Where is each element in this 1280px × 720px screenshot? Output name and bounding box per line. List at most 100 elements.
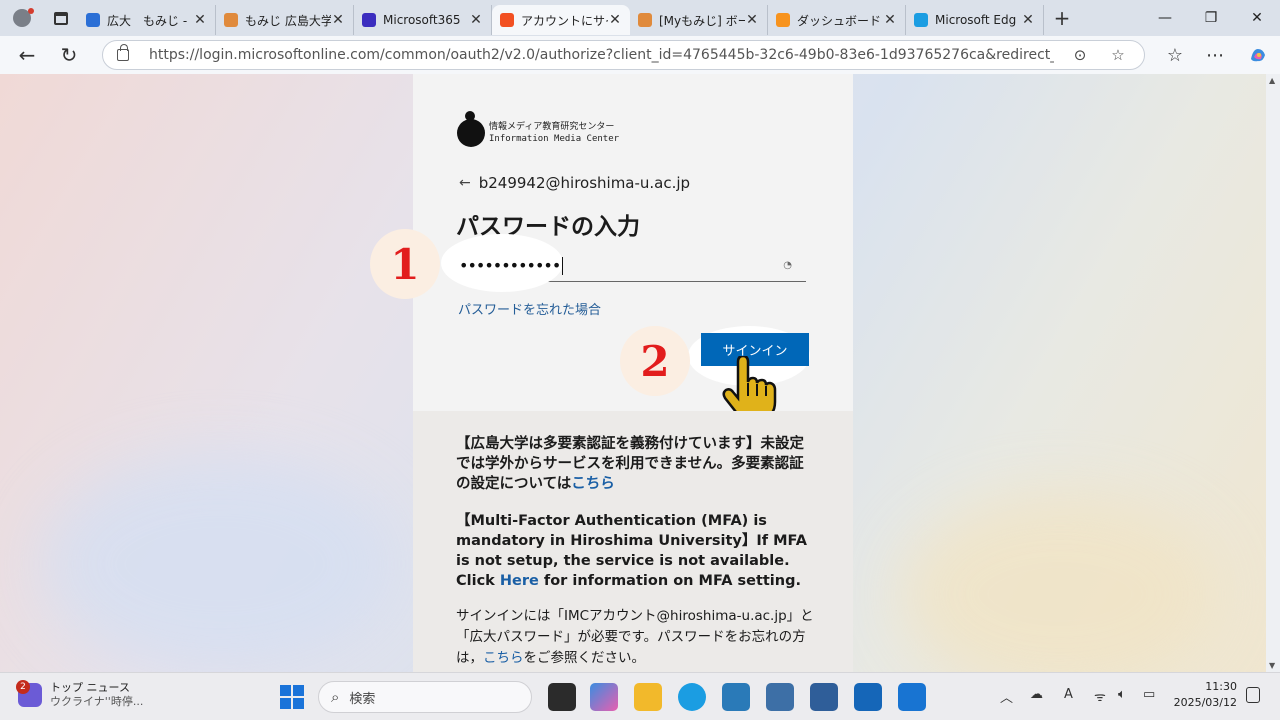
browser-tab[interactable]: [Myもみじ] ボー ✕ (630, 5, 768, 35)
back-arrow-icon[interactable]: ← (459, 175, 471, 191)
close-tab-icon[interactable]: ✕ (469, 12, 483, 28)
mfa-notice-en-text2: for information on MFA setting. (538, 573, 801, 589)
notification-bell-icon[interactable] (1246, 687, 1260, 703)
clock-time: 11:30 (1205, 680, 1237, 693)
browser-tab[interactable]: もみじ 広島大学 ✕ (216, 5, 354, 35)
file-explorer-icon[interactable] (634, 683, 662, 711)
microsoft-icon (500, 13, 514, 27)
account-email: b249942@hiroshima-u.ac.jp (478, 174, 691, 192)
browser-toolbar: ← ↻ https://login.microsoftonline.com/co… (0, 36, 1280, 74)
battery-icon[interactable]: ▭ (1143, 687, 1155, 702)
tab-title: Microsoft365 (383, 13, 461, 27)
scroll-up-icon[interactable]: ▲ (1269, 76, 1275, 85)
news-widget[interactable]: 2 トップ ニュース ウクライナ''時停... (16, 680, 143, 709)
security-shield-icon[interactable] (898, 683, 926, 711)
minimize-button[interactable]: — (1142, 0, 1188, 36)
signin-help-text: サインインには「IMCアカウント@hiroshima-u.ac.jp」と「広大パ… (456, 606, 816, 669)
password-mask: •••••••••••• (459, 255, 561, 275)
news-badge: 2 (16, 680, 30, 694)
page-content: ▲ ▼ 情報メディア教育研究センター Information Media Cen… (0, 74, 1280, 672)
store-icon[interactable] (722, 683, 750, 711)
more-page-options-icon[interactable]: ⊙ (1068, 46, 1092, 64)
tab-title: もみじ 広島大学 (245, 13, 331, 28)
taskbar-search[interactable]: ⌕ 検索 (318, 681, 532, 713)
tab-title: ダッシュボード (797, 13, 882, 28)
browser-tab[interactable]: ダッシュボード ✕ (768, 5, 906, 35)
news-title: トップ ニュース (50, 681, 130, 694)
account-back-row[interactable]: ← b249942@hiroshima-u.ac.jp (459, 174, 690, 192)
tab-title: [Myもみじ] ボー (659, 13, 745, 28)
tab-title: アカウントにサイ (521, 13, 608, 28)
mfa-notice-en: 【Multi-Factor Authentication (MFA) is ma… (456, 511, 816, 591)
tray-overflow-icon[interactable]: ︿ (1000, 687, 1013, 706)
text-caret (562, 257, 564, 276)
volume-icon[interactable]: 🔈︎ (1118, 687, 1126, 702)
forgot-password-link[interactable]: パスワードを忘れた場合 (458, 299, 601, 318)
scroll-down-icon[interactable]: ▼ (1269, 661, 1275, 670)
browser-tab[interactable]: アカウントにサイ ✕ (492, 5, 630, 35)
close-tab-icon[interactable]: ✕ (193, 12, 207, 28)
news-subtitle: ウクライナ''時停... (50, 695, 144, 708)
browser-tab[interactable]: Microsoft365 ✕ (354, 5, 492, 35)
page-scrollbar[interactable]: ▲ ▼ (1266, 74, 1280, 672)
clock-date: 2025/03/12 (1173, 696, 1237, 709)
mfa-notice-jp-text: 【広島大学は多要素認証を義務付けています】未設定では学外からサービスを利用できま… (456, 436, 804, 492)
search-icon (86, 13, 100, 27)
close-tab-icon[interactable]: ✕ (331, 12, 345, 28)
help-link[interactable]: こちら (483, 650, 524, 666)
mfa-here-link[interactable]: Here (500, 573, 539, 589)
lock-icon (117, 44, 129, 61)
copilot-button[interactable] (1238, 36, 1278, 74)
back-button[interactable]: ← (6, 36, 48, 74)
remote-desktop-icon[interactable] (766, 683, 794, 711)
tab-title: Microsoft Edg (935, 13, 1017, 27)
onedrive-icon[interactable]: ☁ (1030, 687, 1043, 702)
step-2-badge: 2 (620, 326, 690, 396)
browser-tab[interactable]: Microsoft Edg ✕ (906, 5, 1044, 35)
close-tab-icon[interactable]: ✕ (608, 12, 622, 28)
close-tab-icon[interactable]: ✕ (745, 12, 759, 28)
close-tab-icon[interactable]: ✕ (1021, 12, 1035, 28)
close-tab-icon[interactable]: ✕ (883, 12, 897, 28)
password-field[interactable]: •••••••••••• ◔ (441, 234, 806, 292)
taskbar-clock[interactable]: 11:30 2025/03/12 (1173, 679, 1237, 711)
edge-icon (914, 13, 928, 27)
close-window-button[interactable]: ✕ (1234, 0, 1280, 36)
outlook-icon[interactable] (854, 683, 882, 711)
favorites-button[interactable]: ☆ (1155, 36, 1195, 74)
news-text: トップ ニュース ウクライナ''時停... (50, 681, 143, 709)
refresh-button[interactable]: ↻ (48, 36, 90, 74)
step-1-badge: 1 (370, 229, 440, 299)
reveal-password-icon[interactable]: ◔ (783, 260, 792, 271)
org-logo-text: 情報メディア教育研究センター Information Media Center (489, 121, 619, 145)
profile-button[interactable] (0, 0, 44, 36)
search-icon: ⌕ (331, 688, 340, 706)
background-blur (40, 454, 400, 672)
org-logo: 情報メディア教育研究センター Information Media Center (457, 111, 619, 147)
window-controls: — ❐ ✕ (1142, 0, 1280, 36)
wifi-icon[interactable]: ᯤ (1094, 687, 1106, 705)
task-view-icon[interactable] (548, 683, 576, 711)
profile-alert-dot (28, 8, 34, 14)
taskbar: 2 トップ ニュース ウクライナ''時停... ⌕ 検索 ︿ ☁ A ᯤ 🔈︎ … (0, 672, 1280, 720)
tab-actions-button[interactable] (44, 0, 78, 36)
restore-button[interactable]: ❐ (1188, 0, 1234, 36)
address-bar[interactable]: https://login.microsoftonline.com/common… (102, 40, 1145, 70)
mfa-jp-link[interactable]: こちら (571, 476, 615, 492)
tab-title: 広大 もみじ - (107, 13, 188, 28)
mfa-notice-jp: 【広島大学は多要素認証を義務付けています】未設定では学外からサービスを利用できま… (456, 434, 816, 494)
ime-indicator[interactable]: A (1064, 687, 1073, 702)
ms365-icon (362, 13, 376, 27)
org-name-jp: 情報メディア教育研究センター (489, 122, 615, 132)
teams-icon[interactable] (810, 683, 838, 711)
password-input-value[interactable]: •••••••••••• (457, 255, 564, 276)
new-tab-button[interactable]: + (1044, 0, 1080, 36)
favorite-star-icon[interactable]: ☆ (1106, 46, 1130, 64)
settings-more-button[interactable]: ⋯ (1195, 36, 1235, 74)
momiji-icon (638, 13, 652, 27)
copilot-app-icon[interactable] (590, 683, 618, 711)
browser-tab[interactable]: 広大 もみじ - ✕ (78, 5, 216, 35)
help-text2: をご参照ください。 (523, 650, 646, 666)
start-button[interactable] (280, 685, 304, 709)
edge-taskbar-icon[interactable] (678, 683, 706, 711)
